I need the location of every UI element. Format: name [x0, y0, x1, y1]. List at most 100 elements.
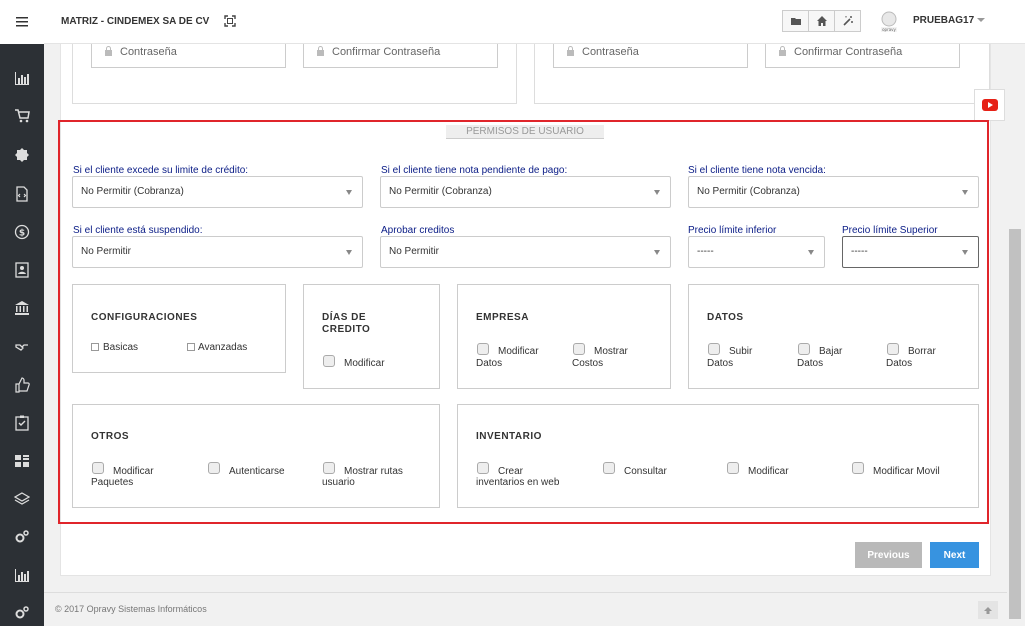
- avatar[interactable]: opravy: [877, 10, 901, 34]
- previous-button[interactable]: Previous: [855, 542, 922, 568]
- option-label: Mostrar: [594, 346, 628, 357]
- gear-badge-icon[interactable]: [12, 145, 32, 165]
- group-title: EMPRESA: [476, 312, 529, 323]
- option-label: Borrar: [908, 346, 936, 357]
- suspended-client-select[interactable]: No Permitir: [72, 236, 363, 268]
- modificar-datos-checkbox[interactable]: [477, 343, 489, 355]
- scroll-thumb[interactable]: [1009, 229, 1021, 619]
- checklist-icon[interactable]: [12, 413, 32, 433]
- youtube-button[interactable]: [974, 89, 1005, 121]
- select-value: No Permitir: [389, 246, 440, 257]
- autenticarse-checkbox[interactable]: [208, 462, 220, 474]
- file-code-icon[interactable]: [12, 184, 32, 204]
- credit-limit-select[interactable]: No Permitir (Cobranza): [72, 176, 363, 208]
- confirm-password-input[interactable]: Confirmar Contraseña: [765, 44, 960, 68]
- home-button[interactable]: [808, 10, 835, 32]
- menu-icon: [16, 17, 28, 27]
- basicas-checkbox[interactable]: [91, 343, 99, 351]
- modificar-movil-checkbox[interactable]: [852, 462, 864, 474]
- thumbs-up-icon[interactable]: [12, 375, 32, 395]
- option-label: Paquetes: [91, 477, 134, 488]
- mostrar-costos-checkbox[interactable]: [573, 343, 585, 355]
- modificar-inventario-checkbox[interactable]: [727, 462, 739, 474]
- chevron-down-icon: [962, 250, 968, 255]
- cogs-icon[interactable]: [12, 527, 32, 547]
- option-label: Datos: [707, 358, 734, 369]
- modificar-paquetes-checkbox[interactable]: [92, 462, 104, 474]
- borrar-datos-checkbox[interactable]: [887, 343, 899, 355]
- option-label: Datos: [797, 358, 824, 369]
- next-button[interactable]: Next: [930, 542, 979, 568]
- min-price-select[interactable]: -----: [688, 236, 825, 268]
- overdue-note-select[interactable]: No Permitir (Cobranza): [688, 176, 979, 208]
- field-label: Si el cliente tiene nota pendiente de pa…: [381, 165, 568, 176]
- field-label: Aprobar creditos: [381, 225, 455, 236]
- arrow-up-icon: [984, 607, 992, 614]
- approve-credits-select[interactable]: No Permitir: [380, 236, 671, 268]
- dashboard-icon[interactable]: [12, 451, 32, 471]
- inventario-card: [457, 404, 979, 508]
- option-label: Mostrar rutas: [344, 466, 403, 477]
- magic-wand-button[interactable]: [834, 10, 861, 32]
- layers-icon[interactable]: [12, 489, 32, 509]
- company-name: MATRIZ - CINDEMEX SA DE CV: [61, 16, 210, 27]
- username[interactable]: PRUEBAG17: [913, 15, 974, 26]
- cart-icon[interactable]: [12, 106, 32, 126]
- modificar-dias-checkbox[interactable]: [323, 355, 335, 367]
- handshake-icon[interactable]: [12, 337, 32, 357]
- consultar-checkbox[interactable]: [603, 462, 615, 474]
- option-label: Consultar: [624, 466, 667, 477]
- empresa-card: [457, 284, 671, 389]
- chevron-down-icon[interactable]: [977, 17, 985, 23]
- max-price-select[interactable]: -----: [842, 236, 979, 268]
- dollar-icon[interactable]: $: [12, 222, 32, 242]
- confirm-password-placeholder: Confirmar Contraseña: [332, 46, 441, 58]
- select-value: No Permitir (Cobranza): [697, 186, 800, 197]
- header-toolbar: [782, 10, 861, 32]
- scrollbar[interactable]: [1007, 44, 1023, 620]
- option-label: Datos: [886, 358, 913, 369]
- bar-chart-icon[interactable]: [12, 68, 32, 88]
- lock-icon: [317, 46, 324, 56]
- subir-datos-checkbox[interactable]: [708, 343, 720, 355]
- chevron-down-icon: [346, 250, 352, 255]
- crear-inventarios-checkbox[interactable]: [477, 462, 489, 474]
- folder-button[interactable]: [782, 10, 809, 32]
- svg-text:opravy: opravy: [882, 27, 896, 32]
- magic-wand-icon: [842, 16, 853, 26]
- top-header: MATRIZ - CINDEMEX SA DE CV opravy PRUEBA…: [44, 0, 1025, 44]
- scroll-top-button[interactable]: [978, 601, 998, 619]
- select-value: No Permitir (Cobranza): [389, 186, 492, 197]
- bank-icon[interactable]: [12, 298, 32, 318]
- avanzadas-checkbox[interactable]: [187, 343, 195, 351]
- contact-card-icon[interactable]: [12, 260, 32, 280]
- sidebar: $: [0, 0, 44, 626]
- cogs-icon[interactable]: [12, 603, 32, 623]
- chevron-down-icon: [808, 250, 814, 255]
- field-label: Si el cliente excede su limite de crédit…: [73, 165, 249, 176]
- group-title: INVENTARIO: [476, 431, 542, 442]
- bajar-datos-checkbox[interactable]: [798, 343, 810, 355]
- select-value: -----: [851, 246, 868, 257]
- confirm-password-input[interactable]: Confirmar Contraseña: [303, 44, 498, 68]
- expand-icon[interactable]: [224, 15, 236, 27]
- confirm-password-placeholder: Confirmar Contraseña: [794, 46, 903, 58]
- mostrar-rutas-checkbox[interactable]: [323, 462, 335, 474]
- option-label: Modificar: [498, 346, 539, 357]
- bar-chart-icon[interactable]: [12, 565, 32, 585]
- password-input[interactable]: Contraseña: [553, 44, 748, 68]
- option-label: Modificar: [344, 358, 385, 369]
- group-title: DATOS: [707, 312, 744, 323]
- folder-icon: [790, 18, 801, 25]
- chevron-down-icon: [654, 190, 660, 195]
- group-title: CONFIGURACIONES: [91, 312, 198, 323]
- lock-icon: [105, 46, 112, 56]
- pending-note-select[interactable]: No Permitir (Cobranza): [380, 176, 671, 208]
- option-label: Basicas: [103, 342, 139, 353]
- copyright: © 2017 Opravy Sistemas Informáticos: [55, 604, 207, 614]
- chevron-down-icon: [654, 250, 660, 255]
- password-input[interactable]: Contraseña: [91, 44, 286, 68]
- chevron-down-icon: [346, 190, 352, 195]
- menu-toggle-button[interactable]: [0, 0, 44, 44]
- option-label: Modificar Movil: [873, 466, 940, 477]
